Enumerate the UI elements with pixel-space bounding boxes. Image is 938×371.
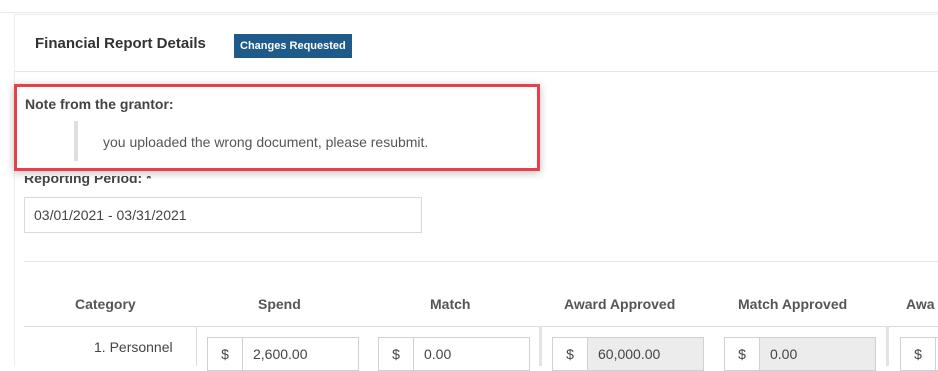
column-divider-thick — [539, 326, 542, 366]
column-header-award-partial: Awa — [906, 296, 935, 312]
column-header-spend: Spend — [258, 296, 301, 312]
match-approved-value: 0.00 — [760, 338, 875, 370]
grantor-note: Note from the grantor: you uploaded the … — [14, 84, 540, 171]
financial-report-card: Financial Report Details Changes Request… — [14, 14, 938, 367]
currency-symbol: $ — [379, 338, 414, 370]
currency-symbol: $ — [725, 338, 760, 370]
match-value[interactable]: 0.00 — [414, 338, 529, 370]
note-title: Note from the grantor: — [25, 96, 174, 112]
currency-symbol: $ — [208, 338, 243, 370]
reporting-period-field[interactable]: 03/01/2021 - 03/31/2021 — [24, 197, 422, 233]
column-header-category: Category — [75, 296, 136, 312]
column-divider — [196, 326, 197, 366]
column-header-match: Match — [430, 296, 471, 312]
spend-value[interactable]: 2,600.00 — [243, 338, 358, 370]
currency-symbol: $ — [553, 338, 588, 370]
column-header-award-approved: Award Approved — [564, 296, 676, 312]
note-message: you uploaded the wrong document, please … — [103, 134, 429, 150]
table-header-separator — [24, 326, 938, 327]
section-divider — [24, 261, 938, 262]
currency-symbol: $ — [901, 338, 936, 370]
top-strip — [0, 0, 938, 13]
card-header: Financial Report Details Changes Request… — [15, 15, 938, 72]
column-header-match-approved: Match Approved — [738, 296, 848, 312]
status-badge: Changes Requested — [234, 34, 352, 58]
row-category-label: 1. Personnel — [94, 339, 173, 355]
column-divider-thick — [886, 326, 889, 366]
award-approved-value: 60,000.00 — [588, 338, 703, 370]
page-title: Financial Report Details — [35, 35, 206, 52]
quote-bar — [74, 121, 78, 161]
